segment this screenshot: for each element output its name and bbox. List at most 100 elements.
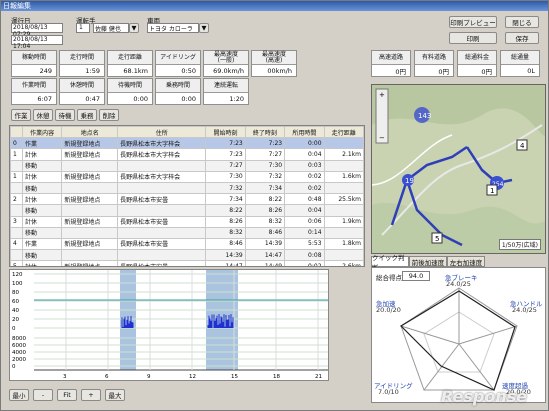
table-row[interactable]: 0 作業 新規登録地点 長野県松本市大字梓会 7:23 7:23 0:00 [10, 137, 364, 150]
table-cell: 7:34 [244, 181, 286, 195]
app-window: 日報編集 運行日 2018/08/13 07:29 2018/08/13 17:… [0, 0, 549, 411]
stat-value: 69.0km/h [204, 64, 248, 76]
table-cell: 7:32 [244, 170, 286, 183]
table-row[interactable]: 1 計休 新規登録地点 長野県松本市大字梓会 7:30 7:32 0:02 1.6km [10, 170, 364, 183]
column-header [10, 126, 23, 139]
table-cell: 計休 [21, 260, 63, 266]
table-cell: 5 [10, 260, 23, 266]
stat2-label: 作業時間 [21, 81, 46, 89]
save-button[interactable]: 保存 [505, 32, 539, 44]
column-header: 終了時刻 [244, 126, 286, 139]
table-row[interactable]: 移動 7:27 7:30 0:03 [10, 159, 364, 172]
table-cell: 8:32 [205, 226, 246, 239]
stat2-value: 6:07 [12, 92, 56, 104]
y2-tick: 0 [12, 364, 16, 370]
table-row[interactable]: 移動 7:32 7:34 0:02 [10, 181, 364, 195]
driver-id-field[interactable]: 1 [76, 23, 90, 33]
print-preview-button[interactable]: 印刷プレビュー [449, 16, 497, 28]
table-cell: 移動 [21, 226, 63, 239]
window-title: 日報編集 [3, 2, 31, 10]
fee-value: 0円 [415, 64, 453, 76]
table-cell: 長野県松本市安曇 [117, 260, 207, 266]
toolbar-button-1[interactable]: 休憩 [33, 109, 53, 121]
stat-value: 68.1km [108, 64, 152, 76]
table-cell: 0:06 [284, 215, 325, 228]
table-cell: 移動 [21, 204, 63, 217]
table-cell: 新規登録地点 [61, 215, 119, 228]
table-cell: 8:46 [205, 237, 246, 251]
table-cell: 0:04 [284, 148, 325, 161]
table-cell [117, 181, 207, 195]
stat2-label: 連続運転 [213, 81, 238, 89]
stat2-2: 待機時間 0:00 [107, 78, 153, 105]
table-cell: 長野県松本市大字梓会 [117, 137, 207, 150]
stat2-value: 0:00 [108, 92, 152, 104]
table-cell: 14:49 [244, 260, 286, 266]
table-row[interactable]: 移動 8:22 8:26 0:04 [10, 204, 364, 217]
fee-value: 0円 [372, 64, 410, 76]
table-cell: 2.1km [323, 148, 364, 161]
stat-value: 0:50 [156, 64, 200, 76]
driver-select[interactable]: 佐藤 健也 [93, 23, 129, 33]
stat2-label: 乗務時間 [165, 81, 190, 89]
tab-2[interactable]: 左右加速度 [447, 256, 485, 267]
table-row[interactable]: 4 作業 新規登録地点 長野県松本市安曇 8:46 14:39 5:53 1.8km [10, 237, 364, 251]
table-cell: 1 [10, 148, 23, 161]
fee-value: 0L [501, 64, 539, 76]
fee-1: 有料道路 0円 [414, 50, 454, 77]
radar-val-steer: 24.0/25 [512, 306, 537, 314]
y2-tick: 4000 [12, 350, 26, 356]
zoom-max-button[interactable]: 最大 [105, 389, 125, 401]
title-bar: 日報編集 [1, 1, 548, 11]
zoom-minus-button[interactable]: - [33, 389, 53, 401]
table-cell [10, 249, 23, 262]
toolbar-button-2[interactable]: 待機 [55, 109, 75, 121]
stat-2: 走行距離 68.1km [107, 50, 153, 77]
table-cell: 8:26 [244, 204, 286, 217]
svg-text:1: 1 [490, 187, 494, 195]
table-header: 作業内容 地点名 住所 開始時刻 終了時刻 所用時間 走行距離 [10, 126, 364, 139]
column-header: 所用時間 [284, 126, 325, 139]
start-date-field[interactable]: 2018/08/13 07:29 [11, 23, 63, 38]
table-cell: 14:47 [205, 260, 246, 266]
svg-text:+: + [379, 91, 385, 99]
toolbar-button-0[interactable]: 作業 [11, 109, 31, 121]
table-cell: 新規登録地点 [61, 237, 119, 251]
table-cell: 長野県松本市安曇 [117, 237, 207, 251]
zoom-min-button[interactable]: 最小 [9, 389, 29, 401]
table-cell: 長野県松本市安曇 [117, 193, 207, 206]
vehicle-select[interactable]: トヨタ カローラ [147, 23, 199, 33]
table-row[interactable]: 2 計休 新規登録地点 長野県松本市安曇 7:34 8:22 0:48 25.5km [10, 193, 364, 206]
end-date-field[interactable]: 2018/08/13 17:04 [11, 35, 63, 50]
table-cell [117, 204, 207, 217]
stat-4: 最高速度 (一般) 69.0km/h [203, 50, 249, 77]
table-cell [323, 249, 364, 262]
driver-dropdown-icon[interactable]: ▼ [129, 23, 139, 33]
stat-label: 走行時間 [69, 53, 94, 61]
stat2-1: 休憩時間 0:47 [59, 78, 105, 105]
table-cell [117, 159, 207, 172]
stat2-4: 連続運転 1:20 [203, 78, 249, 105]
table-row[interactable]: 5計休新規登録地点長野県松本市安曇14:4714:490:022.6km [10, 260, 364, 266]
table-cell: 8:22 [205, 204, 246, 217]
vehicle-dropdown-icon[interactable]: ▼ [199, 23, 209, 33]
table-cell: 作業 [21, 137, 63, 150]
table-row[interactable]: 1 計休 新規登録地点 長野県松本市大字梓会 7:23 7:27 0:04 2.1km [10, 148, 364, 161]
toolbar-button-3[interactable]: 乗務 [77, 109, 97, 121]
table-cell: 1.8km [323, 237, 364, 251]
zoom-plus-button[interactable]: + [81, 389, 101, 401]
print-button[interactable]: 印刷 [449, 32, 497, 44]
table-row[interactable]: 移動 14:39 14:47 0:08 [10, 249, 364, 262]
tab-0[interactable]: クイック判断 [371, 254, 409, 272]
stat2-value: 0:47 [60, 92, 104, 104]
table-cell: 14:39 [205, 249, 246, 262]
close-button[interactable]: 閉じる [505, 16, 539, 28]
table-row[interactable]: 移動 8:32 8:46 0:14 [10, 226, 364, 239]
table-row[interactable]: 3 計休 新規登録地点 長野県松本市安曇 8:26 8:32 0:06 1.9km [10, 215, 364, 228]
zoom-fit-button[interactable]: Fit [57, 389, 77, 401]
route-map[interactable]: 143 19 254 1 5 4 + − 1/50万(広域) [371, 84, 546, 254]
tab-1[interactable]: 前後加速度 [409, 256, 447, 267]
table-cell: 7:27 [205, 159, 246, 172]
stat2-label: 待機時間 [117, 81, 142, 89]
toolbar-button-4[interactable]: 削除 [99, 109, 119, 121]
